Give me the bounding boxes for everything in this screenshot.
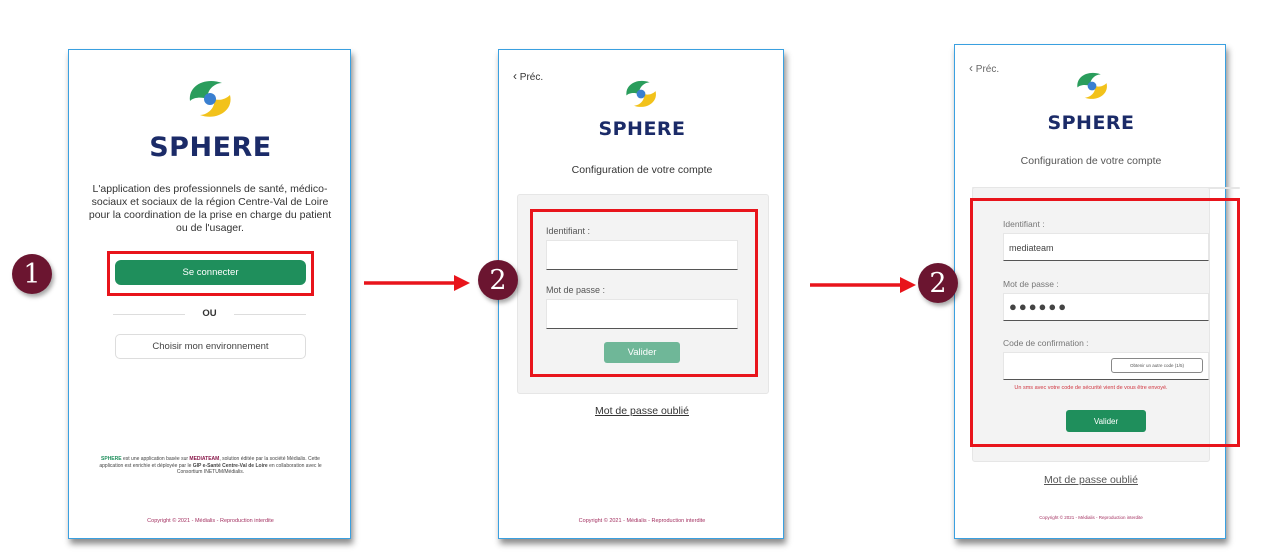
- copyright: Copyright © 2021 - Médialis - Reproducti…: [578, 518, 706, 524]
- step-2-badge: 2: [478, 260, 518, 300]
- footer-description: SPHERE est une application basée sur MED…: [89, 456, 332, 476]
- footer-gip: GIP e-Santé Centre-Val de Loire: [192, 462, 268, 469]
- sphere-logo-icon: [1077, 72, 1107, 99]
- footer-text-1: est une application basée sur: [121, 456, 190, 462]
- copyright: Copyright © 2021 - Médialis - Reproducti…: [147, 518, 274, 524]
- app-description: L'application des professionnels de sant…: [88, 183, 332, 234]
- chevron-left-icon: ‹: [513, 69, 517, 83]
- arrow-right-icon: [810, 277, 916, 293]
- or-label: OU: [202, 308, 217, 319]
- chevron-left-icon: ‹: [969, 61, 973, 75]
- sphere-logo-icon: [189, 81, 231, 117]
- copyright: Copyright © 2021 - Médialis - Reproducti…: [1039, 515, 1143, 520]
- highlight-credentials: [530, 209, 758, 377]
- app-name: SPHERE: [149, 132, 272, 163]
- forgot-password-link[interactable]: Mot de passe oublié: [955, 474, 1227, 486]
- footer-sphere: SPHERE: [101, 456, 122, 462]
- highlight-confirmation: [970, 198, 1240, 447]
- step-1-badge: 1: [12, 254, 52, 294]
- back-link[interactable]: ‹ Préc.: [969, 61, 999, 75]
- back-label: Préc.: [519, 72, 544, 83]
- sphere-logo-icon: [626, 80, 656, 107]
- step-2-badge: 2: [918, 263, 958, 303]
- footer-mediateam: MEDIATEAM: [189, 456, 220, 462]
- back-link[interactable]: ‹ Préc.: [513, 69, 543, 83]
- app-name: SPHERE: [1047, 112, 1135, 134]
- app-name: SPHERE: [598, 118, 686, 140]
- page-subtitle: Configuration de votre compte: [1020, 155, 1162, 167]
- forgot-password-link[interactable]: Mot de passe oublié: [499, 405, 785, 417]
- back-label: Préc.: [975, 64, 1000, 75]
- divider-left: [113, 314, 185, 315]
- arrow-right-icon: [364, 275, 470, 291]
- divider-right: [234, 314, 306, 315]
- highlight-login: [107, 251, 314, 296]
- page-subtitle: Configuration de votre compte: [571, 164, 713, 176]
- choose-environment-button[interactable]: Choisir mon environnement: [115, 334, 306, 359]
